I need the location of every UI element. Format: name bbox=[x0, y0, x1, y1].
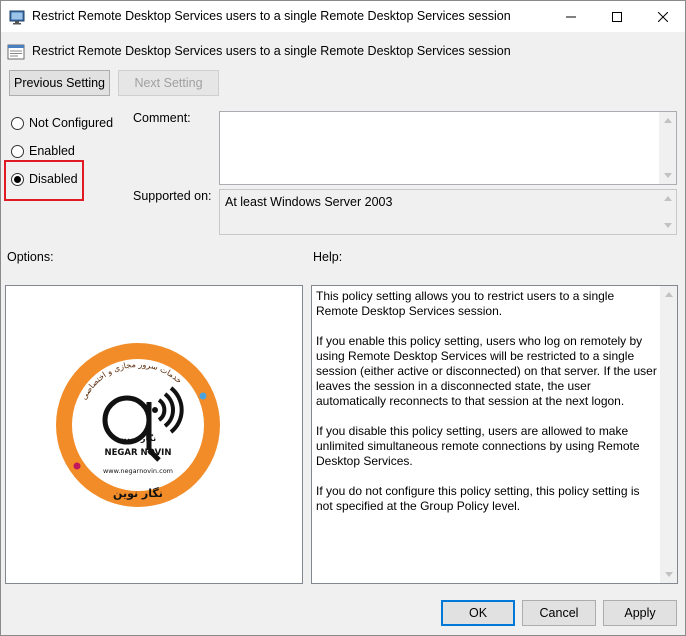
close-button[interactable] bbox=[640, 1, 686, 32]
policy-setting-icon bbox=[7, 43, 25, 61]
logo-arabic-top: نگار نوین bbox=[120, 433, 156, 443]
previous-setting-button[interactable]: Previous Setting bbox=[9, 70, 110, 96]
options-label: Options: bbox=[7, 250, 54, 264]
logo-url: www.negarnovin.com bbox=[103, 467, 173, 475]
scroll-up-icon[interactable] bbox=[659, 112, 676, 129]
logo-arabic-bottom: نگار نوین bbox=[113, 487, 163, 500]
radio-enabled[interactable]: Enabled bbox=[11, 142, 75, 160]
cancel-button[interactable]: Cancel bbox=[522, 600, 596, 626]
remote-desktop-icon bbox=[9, 9, 25, 25]
supported-on-value: At least Windows Server 2003 bbox=[225, 195, 393, 209]
minimize-icon bbox=[566, 16, 576, 17]
radio-label: Enabled bbox=[29, 144, 75, 158]
minimize-button[interactable] bbox=[548, 1, 594, 32]
radio-label: Not Configured bbox=[29, 116, 114, 130]
radio-circle bbox=[11, 144, 24, 158]
maximize-button[interactable] bbox=[594, 1, 640, 32]
close-icon bbox=[658, 11, 668, 22]
options-panel: خدمات سرور مجازی و اختصاصی نگار نوین NEG… bbox=[5, 285, 303, 584]
policy-title: Restrict Remote Desktop Services users t… bbox=[32, 44, 511, 58]
help-paragraph: This policy setting allows you to restri… bbox=[316, 289, 615, 318]
help-text: This policy setting allows you to restri… bbox=[316, 289, 658, 529]
help-panel[interactable]: This policy setting allows you to restri… bbox=[311, 285, 678, 584]
scroll-up-icon[interactable] bbox=[660, 286, 677, 303]
help-paragraph: If you disable this policy setting, user… bbox=[316, 424, 640, 468]
ok-button[interactable]: OK bbox=[441, 600, 515, 626]
apply-button[interactable]: Apply bbox=[603, 600, 677, 626]
help-label: Help: bbox=[313, 250, 343, 264]
supported-scrollbar[interactable] bbox=[659, 190, 676, 234]
policy-dialog: Restrict Remote Desktop Services users t… bbox=[0, 0, 686, 636]
radio-not-configured[interactable]: Not Configured bbox=[11, 114, 113, 132]
comment-scrollbar[interactable] bbox=[659, 112, 676, 184]
supported-on-label: Supported on: bbox=[133, 189, 212, 203]
next-setting-button[interactable]: Next Setting bbox=[118, 70, 219, 96]
window-title: Restrict Remote Desktop Services users t… bbox=[32, 9, 511, 23]
help-paragraph: If you do not configure this policy sett… bbox=[316, 484, 640, 513]
radio-circle bbox=[11, 116, 24, 130]
title-bar[interactable]: Restrict Remote Desktop Services users t… bbox=[1, 1, 685, 32]
logo-brand-latin: NEGAR NOVIN bbox=[105, 448, 172, 458]
comment-field[interactable] bbox=[219, 111, 677, 185]
scroll-down-icon[interactable] bbox=[660, 566, 677, 583]
negar-novin-logo: خدمات سرور مجازی و اختصاصی نگار نوین NEG… bbox=[55, 342, 221, 508]
comment-label: Comment: bbox=[133, 111, 191, 125]
scroll-up-icon[interactable] bbox=[659, 190, 676, 207]
maximize-icon bbox=[612, 11, 622, 22]
scroll-down-icon[interactable] bbox=[659, 167, 676, 184]
help-paragraph: If you enable this policy setting, users… bbox=[316, 334, 657, 408]
scroll-down-icon[interactable] bbox=[659, 217, 676, 234]
supported-on-field[interactable]: At least Windows Server 2003 bbox=[219, 189, 677, 235]
selection-highlight-box bbox=[4, 160, 84, 201]
help-scrollbar[interactable] bbox=[660, 286, 677, 583]
